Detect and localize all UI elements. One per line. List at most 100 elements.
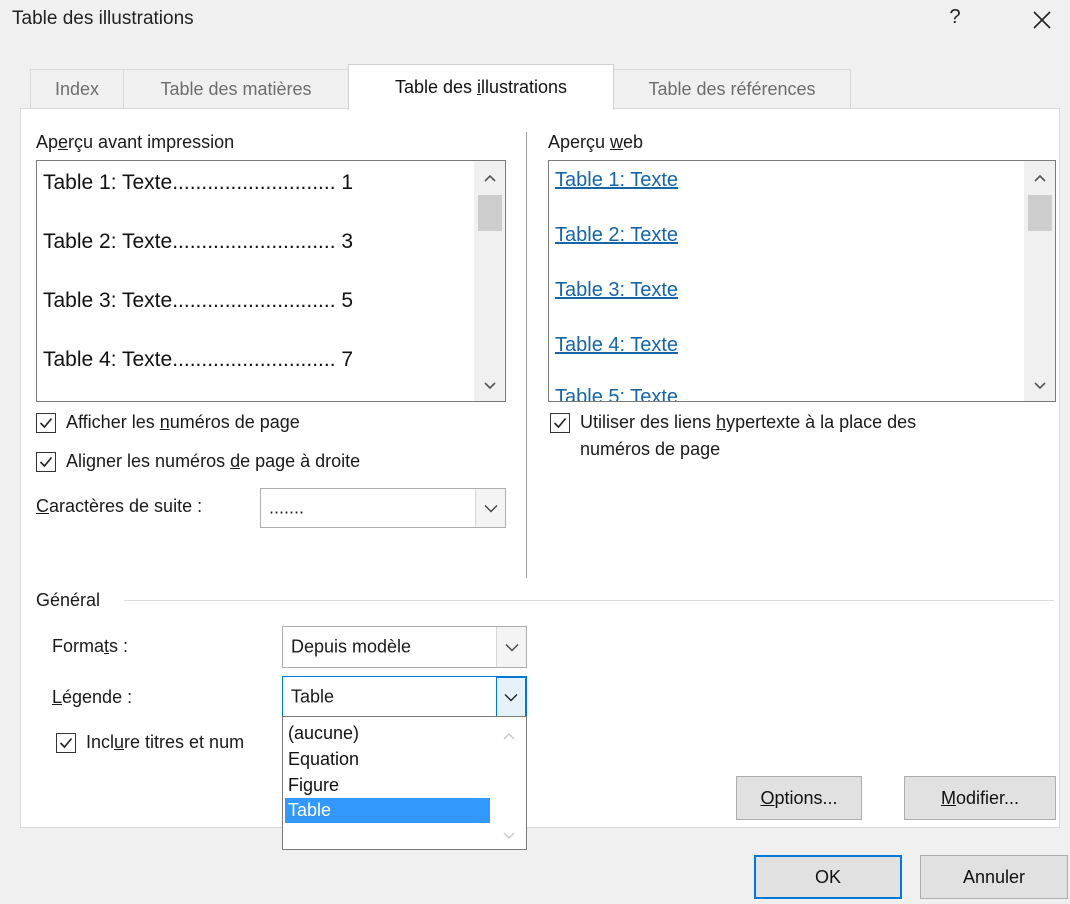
- web-link[interactable]: Table 2: Texte: [555, 224, 678, 247]
- tab-leader-value: .......: [269, 497, 305, 518]
- label-part: e page à droite: [240, 451, 361, 471]
- caption-dropdown-list[interactable]: (aucune) Equation Figure Table: [282, 716, 527, 850]
- print-preview-scrollbar[interactable]: [473, 161, 505, 401]
- web-preview-label: Aperçu web: [548, 132, 643, 153]
- use-hyperlinks-checkbox[interactable]: [550, 413, 570, 433]
- tab-leader-label: Caractères de suite :: [36, 496, 202, 517]
- caption-label: Légende :: [52, 687, 132, 708]
- label-part: ptions...: [774, 787, 838, 808]
- label-accesskey: u: [114, 732, 125, 752]
- label-accesskey: w: [610, 132, 624, 152]
- label-part: ypertexte à la place des: [726, 412, 917, 432]
- caption-select[interactable]: Table: [282, 676, 527, 718]
- checkmark-icon: [59, 737, 73, 749]
- show-page-numbers-checkbox[interactable]: [36, 413, 56, 433]
- use-hyperlinks-label: Utiliser des liens hypertexte à la place…: [580, 412, 916, 433]
- label-part: re titres et num: [124, 732, 245, 752]
- preview-line: Table 1: Texte..........................…: [43, 171, 354, 194]
- caption-dropdown-button[interactable]: [496, 677, 526, 717]
- options-button[interactable]: Options...: [736, 776, 862, 820]
- label-part: s :: [109, 636, 129, 656]
- label-part: Incl: [86, 732, 115, 752]
- tab-label-part: Table des: [394, 77, 477, 97]
- tab-table-des-matieres[interactable]: Table des matières: [123, 69, 349, 109]
- align-right-checkbox[interactable]: [36, 452, 56, 472]
- dropdown-option[interactable]: Figure: [285, 773, 490, 798]
- web-link[interactable]: Table 3: Texte: [555, 279, 678, 302]
- web-preview-scrollbar[interactable]: [1023, 161, 1055, 401]
- chevron-up-icon: [1034, 174, 1046, 182]
- preview-line: Table 4: Texte..........................…: [43, 348, 354, 371]
- help-button[interactable]: ?: [940, 6, 970, 34]
- label-accesskey: O: [760, 787, 775, 808]
- checkmark-icon: [39, 456, 53, 468]
- scroll-thumb[interactable]: [1028, 195, 1052, 231]
- tab-leader-dropdown-button[interactable]: [475, 489, 505, 527]
- scroll-up-arrow[interactable]: [1024, 167, 1055, 189]
- formats-label: Formats :: [52, 636, 128, 657]
- label-accesskey: C: [36, 496, 49, 516]
- scroll-thumb[interactable]: [478, 195, 502, 231]
- formats-value: Depuis modèle: [291, 636, 412, 657]
- print-preview-label: Aperçu avant impression: [36, 132, 234, 153]
- close-button[interactable]: [1026, 4, 1058, 36]
- chevron-up-icon: [484, 174, 496, 182]
- label-part: eb: [623, 132, 644, 152]
- label-part: uméros de page: [169, 412, 300, 432]
- dialog-title: Table des illustrations: [12, 8, 194, 29]
- include-label: Inclure titres et num: [86, 732, 244, 753]
- chevron-down-icon: [505, 643, 518, 651]
- dropdown-option[interactable]: Equation: [285, 747, 490, 772]
- modify-button[interactable]: Modifier...: [904, 776, 1056, 820]
- label-part: rçu avant impression: [68, 132, 235, 152]
- label-part: Afficher les: [66, 412, 160, 432]
- dropdown-option[interactable]: (aucune): [285, 721, 490, 746]
- checkmark-icon: [39, 417, 53, 429]
- tab-table-des-illustrations[interactable]: Table des i llustrations: [348, 64, 614, 110]
- label-accesskey: n: [159, 412, 170, 432]
- web-link[interactable]: Table 1: Texte: [555, 169, 678, 192]
- dropdown-scrollbar[interactable]: [492, 717, 526, 849]
- checkmark-icon: [553, 417, 567, 429]
- web-link[interactable]: Table 4: Texte: [555, 334, 678, 357]
- dropdown-option-selected[interactable]: Table: [285, 798, 490, 823]
- tab-label-part: llustrations: [481, 77, 568, 97]
- label-accesskey: h: [716, 412, 727, 432]
- chevron-down-icon: [504, 693, 518, 701]
- preview-line: Table 2: Texte..........................…: [43, 230, 354, 253]
- label-part: Forma: [52, 636, 105, 656]
- scroll-up-arrow[interactable]: [492, 725, 526, 747]
- label-part: Aligner les numéros: [66, 451, 231, 471]
- label-part: égende :: [62, 687, 133, 707]
- web-link[interactable]: Table 5: Texte: [555, 386, 678, 401]
- chevron-up-icon: [503, 733, 515, 740]
- scroll-up-arrow[interactable]: [474, 167, 505, 189]
- cancel-button[interactable]: Annuler: [920, 855, 1068, 899]
- align-right-label: Aligner les numéros de page à droite: [66, 451, 360, 472]
- vertical-divider: [526, 132, 527, 578]
- tab-table-des-references[interactable]: Table des références: [613, 69, 851, 109]
- use-hyperlinks-label-line2: numéros de page: [580, 439, 721, 459]
- label-accesskey: d: [230, 451, 241, 471]
- label-part: Aperçu: [548, 132, 611, 152]
- scroll-down-arrow[interactable]: [474, 375, 505, 397]
- scroll-down-arrow[interactable]: [1024, 375, 1055, 397]
- print-preview-box[interactable]: Table 1: Texte..........................…: [36, 160, 506, 402]
- show-page-numbers-label: Afficher les numéros de page: [66, 412, 300, 433]
- tab-index[interactable]: Index: [30, 69, 124, 109]
- section-divider: [124, 600, 1054, 601]
- web-preview-box[interactable]: Table 1: Texte Table 2: Texte Table 3: T…: [548, 160, 1056, 402]
- label-accesskey: e: [58, 132, 69, 152]
- chevron-down-icon: [1034, 382, 1046, 390]
- preview-line: Table 3: Texte..........................…: [43, 289, 354, 312]
- formats-select[interactable]: Depuis modèle: [282, 626, 527, 668]
- tab-leader-select[interactable]: .......: [260, 488, 506, 528]
- scroll-down-arrow[interactable]: [492, 825, 526, 847]
- chevron-down-icon: [503, 832, 515, 839]
- chevron-down-icon: [484, 382, 496, 390]
- include-checkbox[interactable]: [56, 733, 76, 753]
- close-icon: [1033, 11, 1051, 29]
- label-part: Ap: [36, 132, 59, 152]
- ok-button[interactable]: OK: [754, 855, 902, 899]
- formats-dropdown-button[interactable]: [496, 627, 526, 667]
